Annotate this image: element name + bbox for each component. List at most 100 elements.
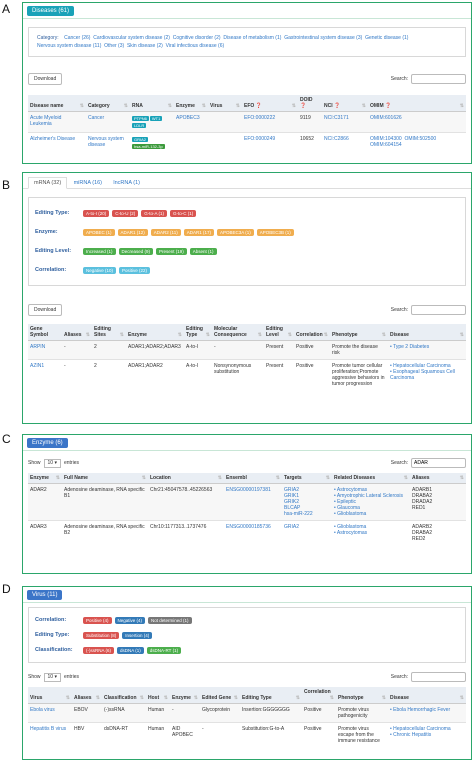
disease-link[interactable]: Ebola Hemorrhagic Fever (390, 707, 464, 713)
filter-badge[interactable]: Absent (1) (189, 247, 217, 255)
filter-badge[interactable]: G-to-C (1) (170, 209, 197, 217)
col-header[interactable]: Related Diseases ⇅ (332, 473, 410, 484)
tab-lncrna[interactable]: lncRNA (1) (108, 178, 145, 188)
col-header[interactable]: Disease ⇅ (388, 687, 466, 704)
filter-badge[interactable]: Present (19) (156, 247, 187, 255)
category-link[interactable]: Cancer (26) (64, 35, 90, 41)
filter-badge[interactable]: dsDNA-RT (1) (146, 646, 182, 654)
virus-link[interactable]: Ebola virus (28, 703, 72, 723)
col-header[interactable]: DOID ❓ (298, 95, 322, 112)
efo-cell[interactable]: EFO:0000249 (242, 132, 298, 153)
virus-link[interactable]: Hepatitis B virus (28, 722, 72, 747)
filter-badge[interactable]: Substitution (8) (83, 631, 120, 639)
col-header[interactable]: Editing Level ⇅ (264, 324, 294, 341)
category-link[interactable]: Cognitive disorder (2) (173, 35, 221, 41)
gene-link[interactable]: ARPIN (28, 340, 62, 360)
category-link[interactable]: Disease of metabolism (1) (223, 35, 281, 41)
filter-badge[interactable]: ADAR1 (17) (183, 228, 214, 236)
disease-link[interactable]: Astrocytomas (334, 530, 408, 536)
category-link[interactable]: Other (3) (104, 43, 124, 49)
col-header[interactable]: RNA ⇅ (130, 95, 174, 112)
targets-cell[interactable]: GRIA2 GRIK1 GRIK2 BLCAP hsa-miR-222 (282, 483, 332, 521)
filter-badge[interactable]: APOBEC3B (1) (256, 228, 294, 236)
tab-mirna[interactable]: miRNA (16) (69, 178, 107, 188)
search-input[interactable] (411, 672, 466, 682)
download-button[interactable]: Download (28, 304, 63, 316)
col-header[interactable]: Enzyme ⇅ (174, 95, 208, 112)
col-header[interactable]: Enzyme ⇅ (126, 324, 184, 341)
col-header[interactable]: Category ⇅ (86, 95, 130, 112)
gene-link[interactable]: AZIN1 (28, 359, 62, 390)
filter-badge[interactable]: Negative (10) (83, 266, 117, 274)
col-header[interactable]: Correlation ⇅ (294, 324, 330, 341)
col-header[interactable]: Enzyme ⇅ (170, 687, 200, 704)
col-header[interactable]: Edited Gene ⇅ (200, 687, 240, 704)
filter-badge[interactable]: ADAR2 (11) (150, 228, 181, 236)
disease-link[interactable]: Type 2 Diabetes (390, 344, 464, 350)
col-header[interactable]: Virus ⇅ (28, 687, 72, 704)
col-header[interactable]: Ensembl ⇅ (224, 473, 282, 484)
entries-select[interactable]: 10 ▾ (43, 672, 61, 682)
rna-pill[interactable]: PTPN6 (132, 116, 149, 121)
col-header[interactable]: Disease name ⇅ (28, 95, 86, 112)
rna-pill[interactable]: LDLR (132, 123, 147, 128)
col-header[interactable]: Location ⇅ (148, 473, 224, 484)
nci-cell[interactable]: NCI:C2866 (322, 132, 368, 153)
virus-tab[interactable]: Virus (11) (27, 590, 63, 600)
omim-cell[interactable]: OMIM:104300 OMIM:502500 OMIM:604154 (368, 132, 466, 153)
download-button[interactable]: Download (28, 73, 63, 85)
col-header[interactable]: Aliases ⇅ (410, 473, 466, 484)
entries-select[interactable]: 10 ▾ (43, 458, 61, 468)
rna-pill[interactable]: hsa-miR-132-3p (132, 144, 165, 149)
filter-badge[interactable]: Increased (1) (83, 247, 116, 255)
col-header[interactable]: Correlation ⇅ (302, 687, 336, 704)
filter-badge[interactable]: G-to-A (1) (141, 209, 168, 217)
col-header[interactable]: Editing Sites ⇅ (92, 324, 126, 341)
col-header[interactable]: Aliases ⇅ (62, 324, 92, 341)
col-header[interactable]: Classification ⇅ (102, 687, 146, 704)
disease-link[interactable]: Glioblastoma (334, 511, 408, 517)
category-link[interactable]: Viral infectious disease (6) (166, 43, 225, 49)
filter-badge[interactable]: Positive (22) (119, 266, 151, 274)
category-link[interactable]: Gastrointestinal system disease (3) (284, 35, 362, 41)
filter-badge[interactable]: Positive (4) (83, 616, 112, 624)
filter-badge[interactable]: APOBEC (1) (83, 228, 115, 236)
omim-cell[interactable]: OMIM:601626 (368, 111, 466, 133)
filter-badge[interactable]: dsDNA (1) (117, 646, 144, 654)
col-header[interactable]: Virus ⇅ (208, 95, 242, 112)
category-link[interactable]: Cardiovascular system disease (2) (93, 35, 170, 41)
col-header[interactable]: Host ⇅ (146, 687, 170, 704)
ensembl-link[interactable]: ENSG00000185736 (224, 520, 282, 545)
col-header[interactable]: OMIM ❓ ⇅ (368, 95, 466, 112)
nci-cell[interactable]: NCI:C3171 (322, 111, 368, 133)
filter-badge[interactable]: Not determined (1) (148, 616, 192, 624)
search-input[interactable] (411, 305, 466, 315)
filter-badge[interactable]: APOBEC3A (1) (216, 228, 254, 236)
col-header[interactable]: Gene Symbol (28, 324, 62, 341)
filter-badge[interactable]: Decreased (9) (118, 247, 154, 255)
disease-link[interactable]: Esophageal Squamous Cell Carcinoma (390, 369, 464, 381)
col-header[interactable]: NCI ❓ ⇅ (322, 95, 368, 112)
filter-badge[interactable]: A-to-I (20) (83, 209, 110, 217)
enzyme-cell[interactable]: APOBEC3 (174, 111, 208, 133)
tab-mrna[interactable]: mRNA (32) (28, 177, 68, 189)
col-header[interactable]: Aliases ⇅ (72, 687, 102, 704)
category-link[interactable]: Genetic disease (1) (365, 35, 408, 41)
ensembl-link[interactable]: ENSG00000197381 (224, 483, 282, 521)
search-input[interactable] (411, 458, 466, 468)
category-cell[interactable]: Nervous system disease (86, 132, 130, 153)
filter-badge[interactable]: Insertion (4) (122, 631, 153, 639)
disease-link[interactable]: Acute Myeloid Leukemia (28, 111, 86, 133)
col-header[interactable]: Phenotype ⇅ (330, 324, 388, 341)
category-link[interactable]: Skin disease (2) (127, 43, 163, 49)
col-header[interactable]: Disease ⇅ (388, 324, 466, 341)
rna-pill[interactable]: WT1 (149, 116, 163, 121)
enzyme-cell[interactable] (174, 132, 208, 153)
col-header[interactable]: Targets ⇅ (282, 473, 332, 484)
col-header[interactable]: Enzyme ⇅ (28, 473, 62, 484)
enzyme-tab[interactable]: Enzyme (6) (27, 438, 68, 448)
category-link[interactable]: Nervous system disease (11) (37, 43, 101, 49)
col-header[interactable]: Editing Type ⇅ (184, 324, 212, 341)
disease-link[interactable]: Chronic Hepatitis (390, 732, 464, 738)
col-header[interactable]: EFO ❓ ⇅ (242, 95, 298, 112)
